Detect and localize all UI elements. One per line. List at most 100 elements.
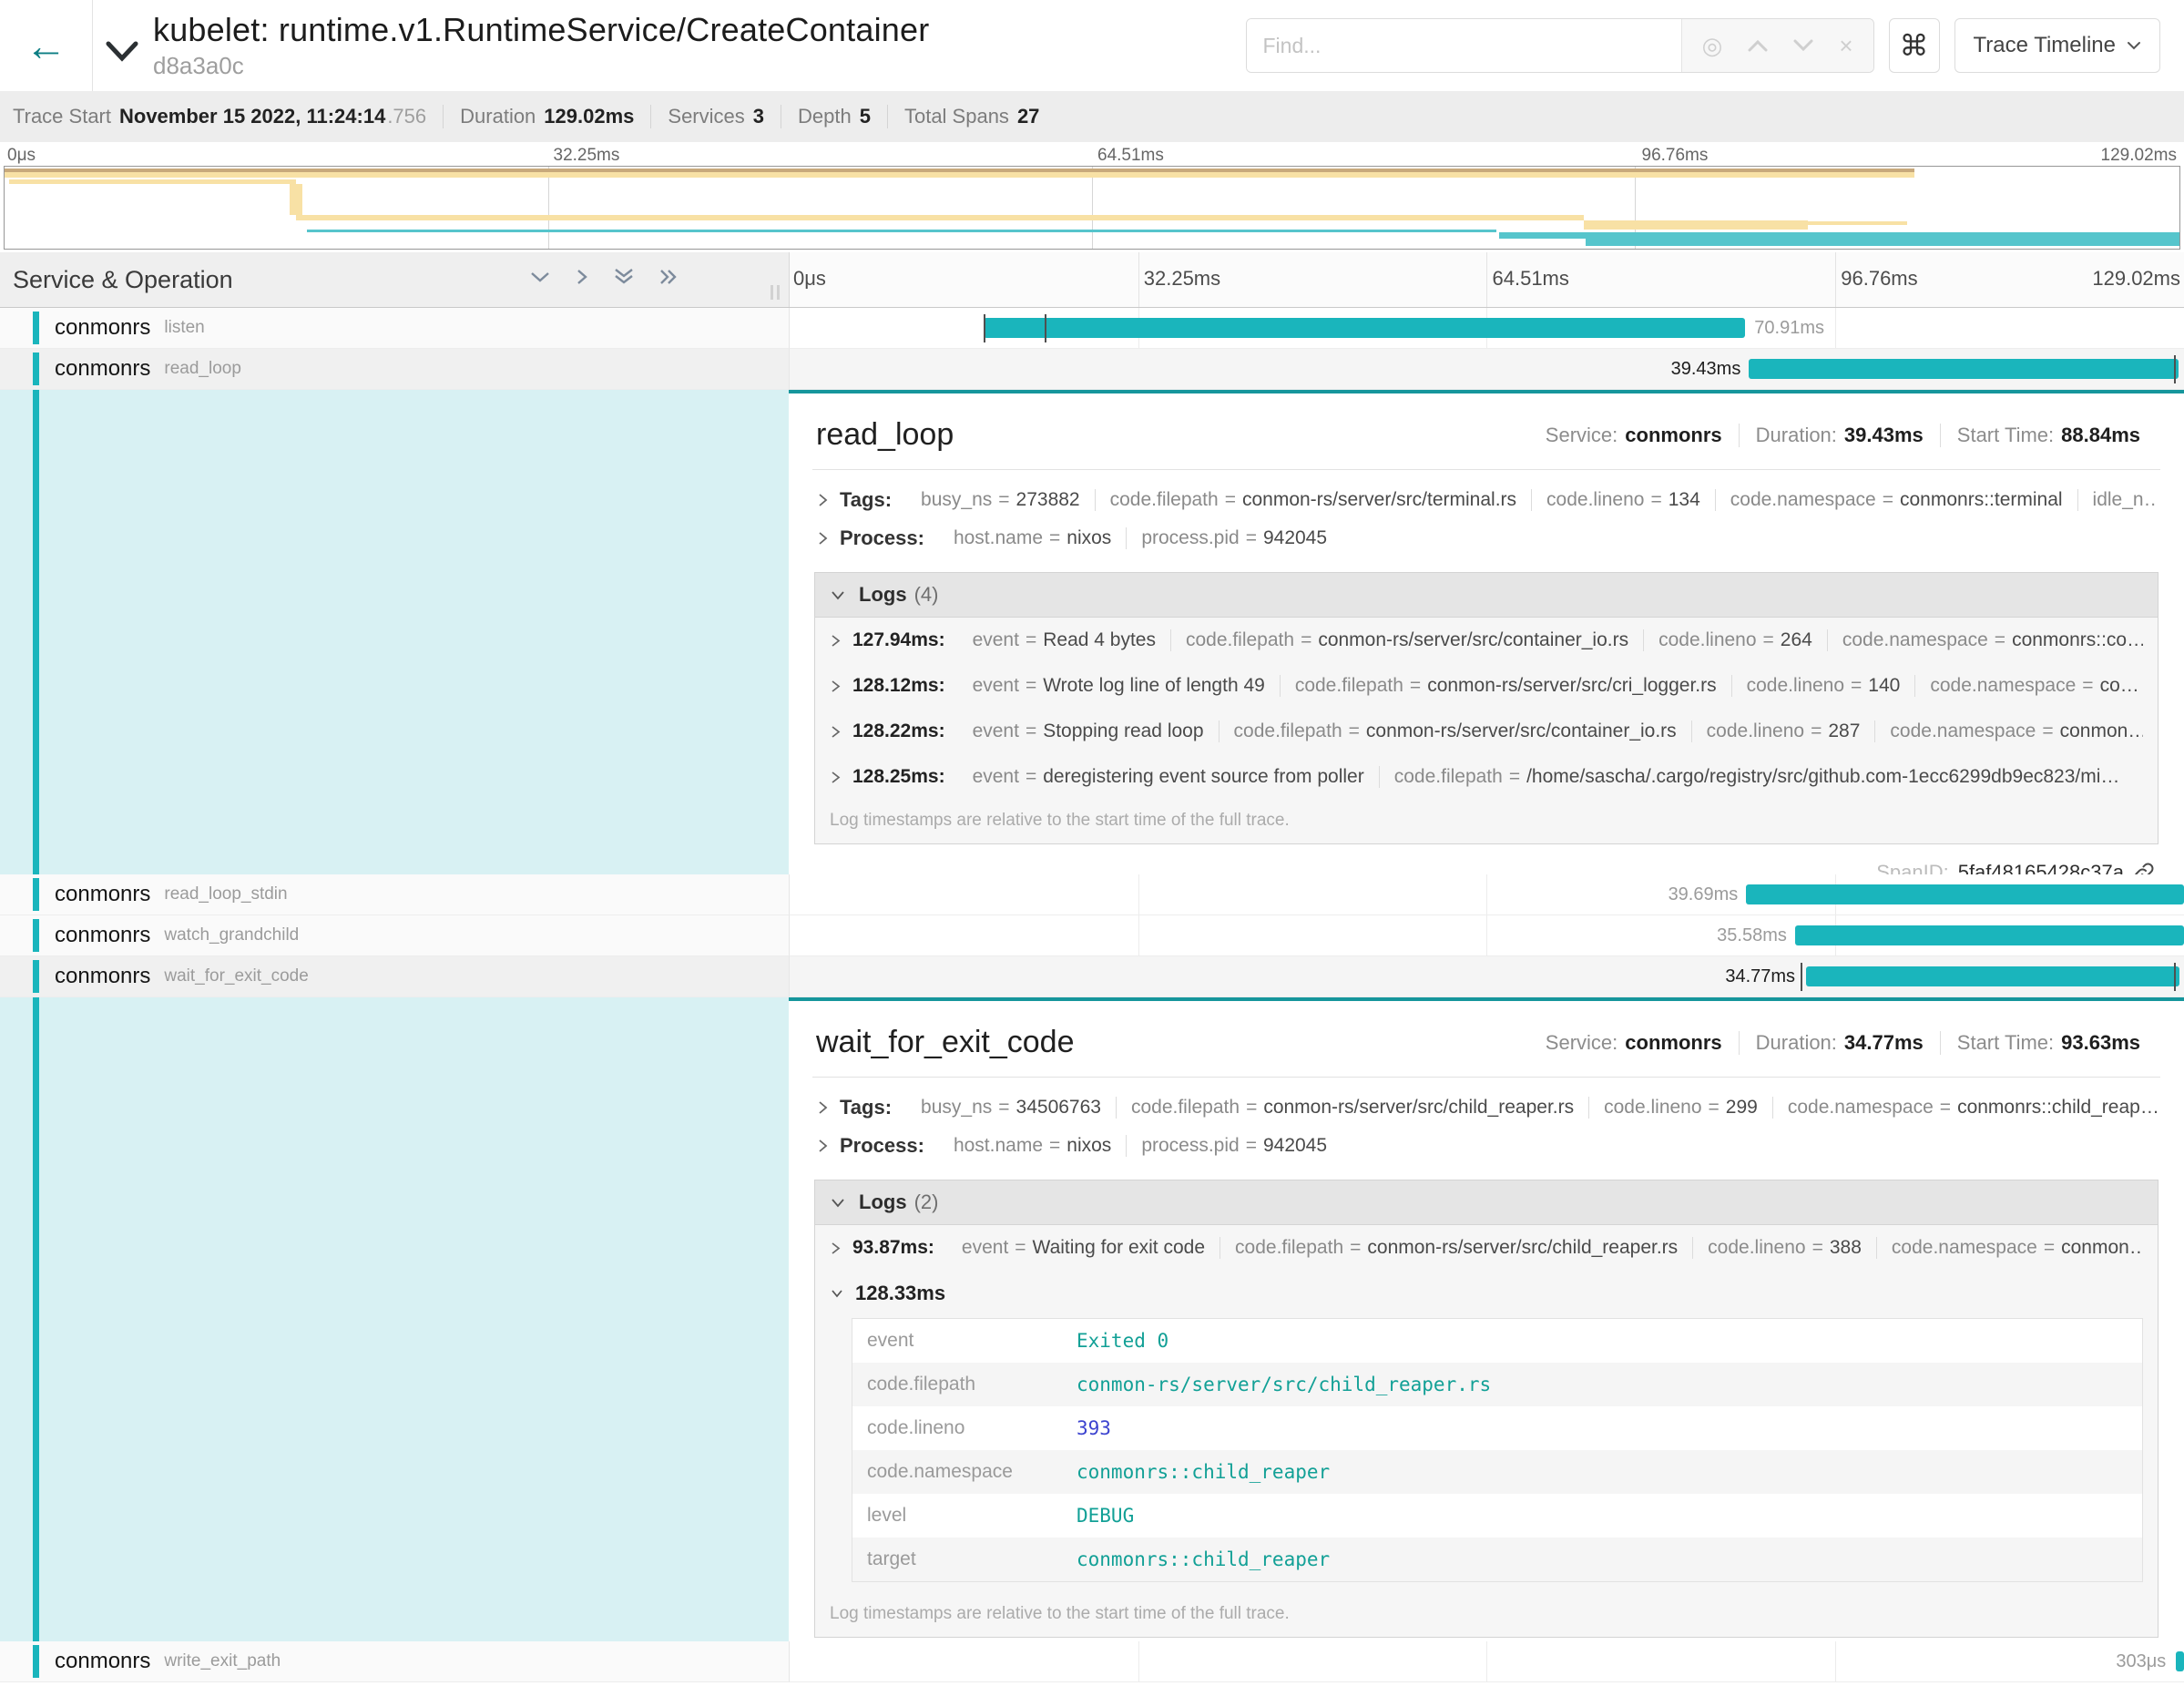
minimap-tick: 64.51ms [1097, 146, 1164, 166]
expand-one-chevron-right-icon[interactable] [574, 267, 590, 287]
process-row[interactable]: Process: host.name=nixos process.pid=942… [812, 1127, 2160, 1165]
span-duration-bar[interactable] [1795, 925, 2184, 945]
log-entry[interactable]: 93.87ms: event=Waiting for exit code cod… [815, 1225, 2158, 1271]
copy-link-icon[interactable] [2133, 862, 2155, 874]
span-duration-bar[interactable] [1749, 359, 2179, 379]
tags-row[interactable]: Tags: busy_ns=34506763 code.filepath=con… [812, 1088, 2160, 1127]
collapse-trace-header-icon[interactable] [106, 41, 138, 67]
log-entry[interactable]: 127.94ms: event=Read 4 bytes code.filepa… [815, 618, 2158, 663]
detail-indent-column[interactable] [0, 997, 789, 1641]
find-input[interactable] [1247, 19, 1681, 72]
span-timeline-cell[interactable]: 303μs [789, 1641, 2184, 1682]
operation-name: read_loop [164, 359, 241, 379]
collapse-all-double-chevron-down-icon[interactable] [612, 267, 636, 287]
logs-header[interactable]: Logs (4) [815, 573, 2158, 618]
prev-match-chevron-up-icon[interactable] [1748, 39, 1768, 52]
span-color-accent [33, 353, 39, 385]
divider [443, 105, 444, 128]
chevron-down-icon [830, 1288, 844, 1299]
span-timeline-cell[interactable]: 39.43ms [789, 349, 2184, 390]
minimap-tick: 32.25ms [554, 146, 620, 166]
expand-all-double-chevron-right-icon[interactable] [658, 267, 679, 287]
minimap-tick: 0μs [7, 146, 36, 166]
log-entry[interactable]: 128.12ms: event=Wrote log line of length… [815, 663, 2158, 709]
trace-id: d8a3a0c [153, 52, 929, 80]
span-timeline-cell[interactable]: 39.69ms [789, 874, 2184, 915]
span-id-row: SpanID: 5faf48165428c37a [812, 844, 2160, 874]
collapse-one-chevron-down-icon[interactable] [528, 267, 552, 287]
find-tools: ◎ × [1681, 19, 1873, 72]
trace-title: kubelet: runtime.v1.RuntimeService/Creat… [153, 11, 929, 49]
span-timeline-cell[interactable]: 70.91ms [789, 308, 2184, 349]
span-color-accent [33, 1645, 39, 1678]
divider [812, 1077, 2160, 1078]
span-duration-bar[interactable] [984, 318, 1745, 338]
summary-duration: Duration 129.02ms [460, 105, 634, 128]
next-match-chevron-down-icon[interactable] [1793, 39, 1813, 52]
span-detail-title: wait_for_exit_code [816, 1025, 1075, 1060]
span-name-cell[interactable]: conmonrs read_loop_stdin [0, 874, 789, 915]
service-name: conmonrs [55, 1649, 150, 1674]
summary-services: Services 3 [668, 105, 764, 128]
detail-indent-column[interactable] [0, 390, 789, 874]
table-row: code.lineno 393 [852, 1406, 2142, 1450]
clear-search-icon[interactable]: × [1839, 34, 1852, 57]
span-color-accent [33, 390, 39, 874]
chevron-right-icon [830, 633, 842, 649]
span-duration-bar[interactable] [1806, 966, 2179, 986]
jaeger-trace-view: ← kubelet: runtime.v1.RuntimeService/Cre… [0, 0, 2184, 1686]
service-name: conmonrs [55, 923, 150, 948]
span-name-cell[interactable]: conmonrs listen [0, 308, 789, 349]
span-name-cell[interactable]: conmonrs wait_for_exit_code [0, 956, 789, 997]
span-timeline-cell[interactable]: 35.58ms [789, 915, 2184, 956]
minimap-tick: 96.76ms [1642, 146, 1709, 166]
chevron-right-icon [830, 770, 842, 785]
operation-name: wait_for_exit_code [164, 966, 308, 986]
logs-header[interactable]: Logs (2) [815, 1180, 2158, 1225]
axis-tick: 0μs [793, 267, 826, 291]
log-entry[interactable]: 128.22ms: event=Stopping read loop code.… [815, 709, 2158, 754]
span-detail-panel: wait_for_exit_code Service:conmonrs Dura… [789, 997, 2184, 1641]
process-row[interactable]: Process: host.name=nixos process.pid=942… [812, 519, 2160, 557]
chevron-right-icon [830, 679, 842, 694]
span-duration-bar[interactable] [2176, 1651, 2184, 1671]
minimap-canvas[interactable] [4, 166, 2180, 250]
focus-match-icon[interactable]: ◎ [1702, 34, 1723, 57]
span-name-cell[interactable]: conmonrs read_loop [0, 349, 789, 390]
timeline-axis-header: 0μs 32.25ms 64.51ms 96.76ms 129.02ms [789, 252, 2184, 307]
service-name: conmonrs [55, 882, 150, 907]
span-timeline-cell[interactable]: 34.77ms [789, 956, 2184, 997]
table-row: target conmonrs::child_reaper [852, 1538, 2142, 1581]
divider [650, 105, 651, 128]
log-entry-expanded-header[interactable]: 128.33ms [815, 1271, 2158, 1311]
service-name: conmonrs [55, 356, 150, 382]
operation-name: read_loop_stdin [164, 884, 287, 904]
summary-total-spans: Total Spans 27 [904, 105, 1039, 128]
chevron-down-icon [2127, 41, 2141, 51]
back-button[interactable]: ← [0, 0, 93, 91]
timeline-header-row: Service & Operation 0μs 32.25ms 64. [0, 252, 2184, 308]
span-row-listen: conmonrs listen 70.91ms [0, 308, 2184, 349]
logs-note: Log timestamps are relative to the start… [815, 800, 2158, 843]
chevron-down-icon [830, 589, 846, 601]
span-row-watch-grandchild: conmonrs watch_grandchild 35.58ms [0, 915, 2184, 956]
tags-row[interactable]: Tags: busy_ns=273882 code.filepath=conmo… [812, 481, 2160, 519]
axis-tick: 64.51ms [1493, 267, 1569, 291]
trace-minimap: 0μs 32.25ms 64.51ms 96.76ms 129.02ms [0, 142, 2184, 252]
span-duration-label: 39.69ms [1660, 884, 1747, 905]
span-name-cell[interactable]: conmonrs write_exit_path [0, 1641, 789, 1682]
view-selector-dropdown[interactable]: Trace Timeline [1954, 18, 2161, 73]
span-duration-bar[interactable] [1746, 884, 2184, 904]
keyboard-shortcuts-button[interactable]: ⌘ [1889, 18, 1940, 73]
span-duration-label: 34.77ms [1717, 966, 1803, 987]
logs-section: Logs (2) 93.87ms: event=Waiting for exit… [814, 1180, 2158, 1638]
span-color-accent [33, 312, 39, 344]
log-entry[interactable]: 128.25ms: event=deregistering event sour… [815, 754, 2158, 800]
column-resize-grip[interactable] [771, 285, 780, 300]
summary-depth: Depth 5 [798, 105, 871, 128]
minimap-tick: 129.02ms [2101, 146, 2177, 166]
trace-heading: kubelet: runtime.v1.RuntimeService/Creat… [153, 11, 929, 80]
table-row: event Exited 0 [852, 1319, 2142, 1363]
top-bar-controls: ◎ × ⌘ Trace Timeline [1246, 18, 2184, 73]
span-name-cell[interactable]: conmonrs watch_grandchild [0, 915, 789, 956]
